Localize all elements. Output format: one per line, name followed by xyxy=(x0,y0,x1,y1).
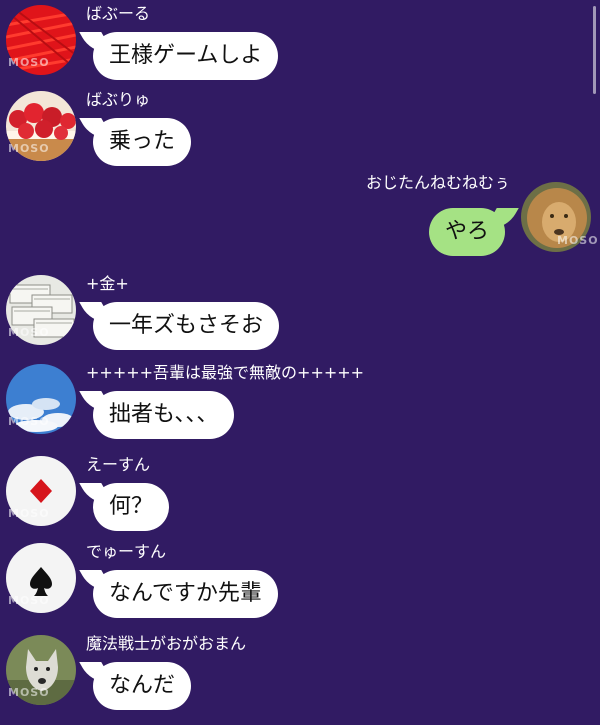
message-bubble[interactable]: なんだ xyxy=(93,662,192,710)
message-text: 一年ズもさそお xyxy=(109,313,264,338)
sender-name: +++++吾輩は最強で無敵の+++++ xyxy=(86,363,365,382)
avatar-watermark: MOSO xyxy=(8,594,50,607)
chat-message: MOSO +金+ 一年ズもさそお xyxy=(0,274,600,365)
chat-message-own: MOSO おじたんねむねむぅ やろ xyxy=(0,0,600,270)
sender-name: でゅーすん xyxy=(86,542,167,561)
message-bubble[interactable]: やろ xyxy=(428,208,505,256)
avatar-watermark: MOSO xyxy=(8,415,50,428)
chat-message: MOSO +++++吾輩は最強で無敵の+++++ 拙者も、、、 xyxy=(0,363,600,454)
message-bubble[interactable]: 拙者も、、、 xyxy=(93,391,235,439)
avatar-watermark: MOSO xyxy=(557,234,599,247)
chat-log: MOSO ばぶーる 王様ゲームしよ MOSO ばぶりゅ 乗った MOSO おじた… xyxy=(0,0,600,720)
message-text: 拙者も、、、 xyxy=(109,402,219,427)
message-bubble[interactable]: なんですか先輩 xyxy=(93,570,278,618)
chat-message: MOSO でゅーすん なんですか先輩 xyxy=(0,542,600,633)
chat-message: MOSO えーすん 何？ xyxy=(0,455,600,546)
message-bubble[interactable]: 何？ xyxy=(93,483,170,531)
sender-name: えーすん xyxy=(86,455,151,474)
message-text: 何？ xyxy=(109,494,154,519)
avatar-watermark: MOSO xyxy=(8,507,50,520)
chat-message: MOSO 魔法戦士がおがおまん なんだ xyxy=(0,634,600,725)
message-bubble[interactable]: 一年ズもさそお xyxy=(93,302,280,350)
message-text: やろ xyxy=(444,219,489,244)
message-text: なんですか先輩 xyxy=(109,581,262,606)
scrollbar[interactable] xyxy=(593,6,596,94)
sender-name: +金+ xyxy=(86,274,129,293)
sender-name: 魔法戦士がおがおまん xyxy=(86,634,247,653)
message-text: なんだ xyxy=(109,673,176,698)
sender-name: おじたんねむねむぅ xyxy=(365,173,510,192)
avatar-watermark: MOSO xyxy=(8,326,50,339)
avatar-watermark: MOSO xyxy=(8,686,50,699)
